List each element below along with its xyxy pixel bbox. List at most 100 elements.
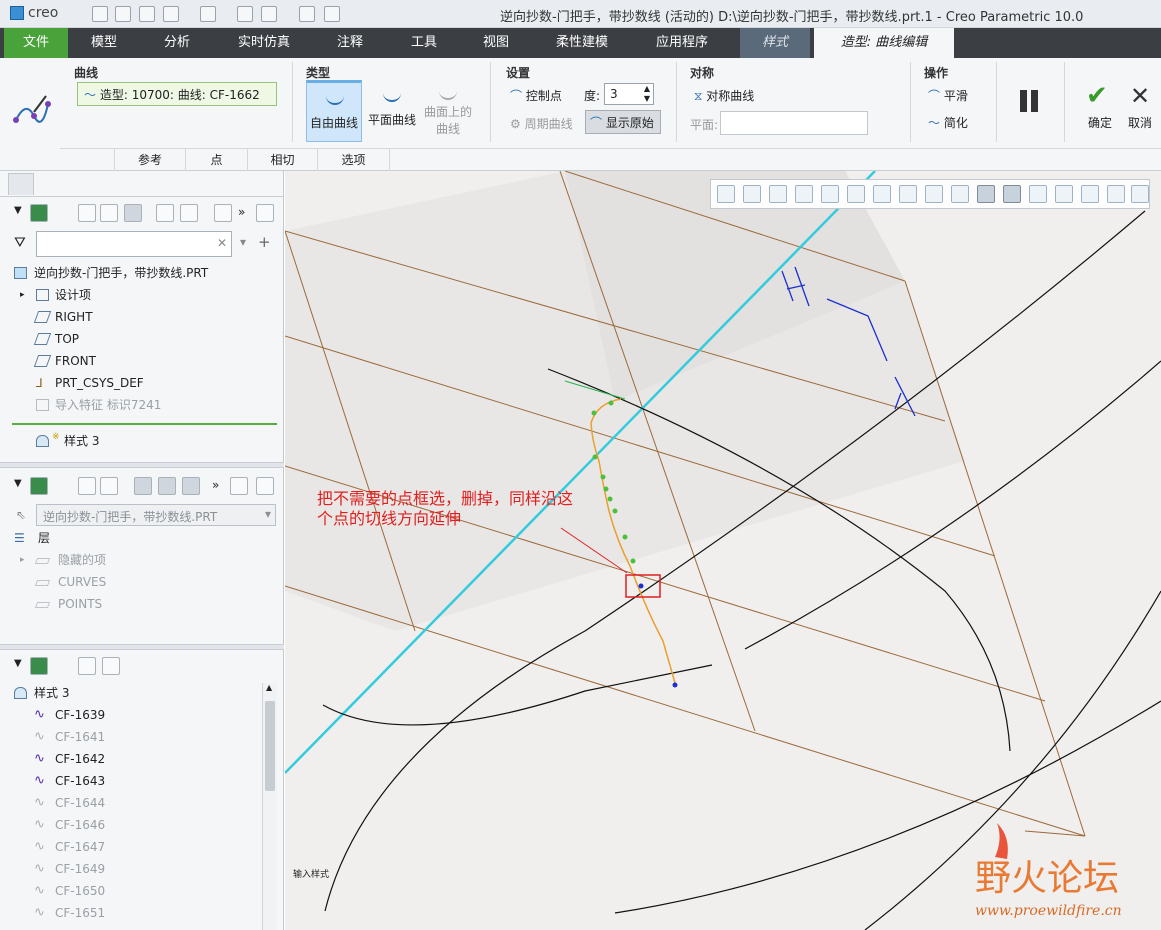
style-curve-item[interactable]: ∿ CF-1649 (0, 858, 284, 880)
layer-model-select[interactable]: 逆向抄数-门把手，带抄数线.PRT ▾ (36, 504, 276, 526)
tree-filter-list-icon[interactable] (100, 204, 118, 222)
tree-item-design-items[interactable]: ▸ 设计项 (0, 284, 284, 306)
tab-curve-edit[interactable]: 造型: 曲线编辑 (814, 28, 954, 58)
expand-icon[interactable]: ▸ (20, 549, 25, 571)
tree-report-icon[interactable] (256, 204, 274, 222)
new-file-icon[interactable] (92, 6, 108, 22)
cursor-select-icon[interactable]: ⇖ (16, 508, 26, 522)
scrollbar-thumb[interactable] (265, 701, 275, 791)
chevron-down-icon[interactable]: ▾ (265, 507, 271, 521)
redo-icon[interactable] (200, 6, 216, 22)
graphics-window[interactable]: 把不需要的点框选，删掉，同样沿这个点的切线方向延伸 输入样式 野火论坛 www.… (285, 171, 1161, 930)
control-point[interactable] (600, 474, 606, 480)
view-manager-icon[interactable] (873, 185, 891, 203)
model-geometry[interactable] (285, 171, 1161, 930)
subtab-tangency[interactable]: 相切 (248, 149, 318, 171)
tab-file[interactable]: 文件 (4, 28, 68, 58)
insert-here-indicator[interactable] (12, 423, 277, 425)
tab-style[interactable]: 样式 (740, 28, 810, 58)
layer-filter-list-icon[interactable] (100, 477, 118, 495)
control-point[interactable] (591, 410, 597, 416)
curve-on-surface-button[interactable]: 曲面上的 曲线 (420, 80, 476, 142)
layer-show-icon[interactable] (158, 477, 176, 495)
degree-input[interactable]: 3 ▲ ▼ (604, 83, 654, 105)
tree-root-part[interactable]: 逆向抄数-门把手，带抄数线.PRT (0, 262, 284, 284)
tab-view[interactable]: 视图 (464, 28, 528, 58)
tree-list-icon[interactable] (78, 204, 96, 222)
layer-settings-icon[interactable] (230, 477, 248, 495)
perspective-icon[interactable] (899, 185, 917, 203)
tree-settings-icon[interactable] (180, 204, 198, 222)
periodic-curve-toggle[interactable]: ⚙ 周期曲线 (510, 115, 573, 132)
tree-filters-icon[interactable] (156, 204, 174, 222)
free-curve-button[interactable]: 自由曲线 (306, 80, 362, 142)
expand-icon[interactable]: ▸ (20, 284, 25, 306)
spinner-icon[interactable]: ▲ ▼ (644, 84, 650, 104)
tab-model[interactable]: 模型 (72, 28, 136, 58)
refit-icon[interactable] (717, 185, 735, 203)
regenerate-icon[interactable] (237, 6, 253, 22)
customize-toolbar-icon[interactable] (324, 6, 340, 22)
style-tree-scrollbar[interactable]: ▲ (262, 683, 277, 930)
style-curve-item[interactable]: ∿ CF-1641 (0, 726, 284, 748)
datum-display-icon[interactable] (925, 185, 943, 203)
style-curve-item[interactable]: ∿ CF-1643 (0, 770, 284, 792)
collapse-section-icon[interactable]: ▼ (14, 205, 22, 216)
layer-select-icon[interactable] (182, 477, 200, 495)
layer-hide-icon[interactable] (134, 477, 152, 495)
annotation-display-icon[interactable] (951, 185, 969, 203)
tab-tools[interactable]: 工具 (392, 28, 456, 58)
search-options-icon[interactable]: ▾ (240, 235, 246, 249)
style-curve-item[interactable]: ∿ CF-1642 (0, 748, 284, 770)
more-icon[interactable]: » (212, 478, 219, 492)
more-icon[interactable]: » (238, 205, 245, 219)
end-point[interactable] (672, 682, 678, 688)
tab-analysis[interactable]: 分析 (144, 28, 210, 58)
pause-button[interactable] (1018, 90, 1042, 114)
style-curve-item[interactable]: ∿ CF-1651 (0, 902, 284, 924)
style-settings-icon[interactable] (102, 657, 120, 675)
filter-icon[interactable]: ⛛ (14, 235, 26, 251)
planar-curve-button[interactable]: 平面曲线 (364, 80, 420, 142)
repaint-icon[interactable] (795, 185, 813, 203)
control-point[interactable] (607, 496, 613, 502)
tab-flexible-modeling[interactable]: 柔性建模 (536, 28, 628, 58)
tree-item-front[interactable]: FRONT (0, 350, 284, 372)
cancel-button[interactable]: ✕ 取消 (1118, 78, 1161, 138)
add-filter-icon[interactable]: + (258, 233, 271, 251)
display-style-icon[interactable] (821, 185, 839, 203)
style-curve-item[interactable]: ∿ CF-1639 (0, 704, 284, 726)
layer-list-icon[interactable] (78, 477, 96, 495)
control-point[interactable] (592, 454, 598, 460)
tree-search-input[interactable]: ✕ (36, 231, 232, 257)
layer-report-icon[interactable] (256, 477, 274, 495)
tree-item-import-feature[interactable]: 导入特征 标识7241 (0, 394, 284, 416)
collapse-section-icon[interactable]: ▼ (14, 658, 22, 669)
tree-item-right[interactable]: RIGHT (0, 306, 284, 328)
subtab-references[interactable]: 参考 (114, 149, 186, 171)
close-window-icon[interactable] (299, 6, 315, 22)
style-curve-item[interactable]: ∿ CF-1647 (0, 836, 284, 858)
subtab-options[interactable]: 选项 (318, 149, 390, 171)
selected-curve-field[interactable]: 〜 造型: 10700: 曲线: CF-1662 (77, 82, 277, 106)
panel-splitter[interactable] (0, 644, 284, 650)
style-curve-item[interactable]: ∿ CF-1646 (0, 814, 284, 836)
style-filter-icon[interactable] (78, 657, 96, 675)
simplify-button[interactable]: 〜 简化 (928, 114, 968, 131)
control-points-display-icon[interactable] (1003, 185, 1021, 203)
zoom-in-icon[interactable] (743, 185, 761, 203)
control-point[interactable] (608, 400, 614, 406)
layer-item-hidden[interactable]: ▸ 隐藏的项 (0, 549, 284, 571)
layer-item-curves[interactable]: CURVES (0, 571, 284, 593)
ok-button[interactable]: ✔ 确定 (1078, 78, 1122, 138)
curvature-display-icon[interactable] (977, 185, 995, 203)
layer-item-points[interactable]: POINTS (0, 593, 284, 615)
panel-splitter[interactable] (0, 462, 284, 468)
folder-browser-tab-icon[interactable] (38, 173, 64, 195)
scroll-up-icon[interactable]: ▲ (266, 683, 272, 692)
windows-icon[interactable] (261, 6, 277, 22)
tab-annotate[interactable]: 注释 (318, 28, 382, 58)
tab-live-simulation[interactable]: 实时仿真 (222, 28, 306, 58)
tree-item-style[interactable]: ※ 样式 3 (0, 430, 284, 452)
saved-views-icon[interactable] (847, 185, 865, 203)
